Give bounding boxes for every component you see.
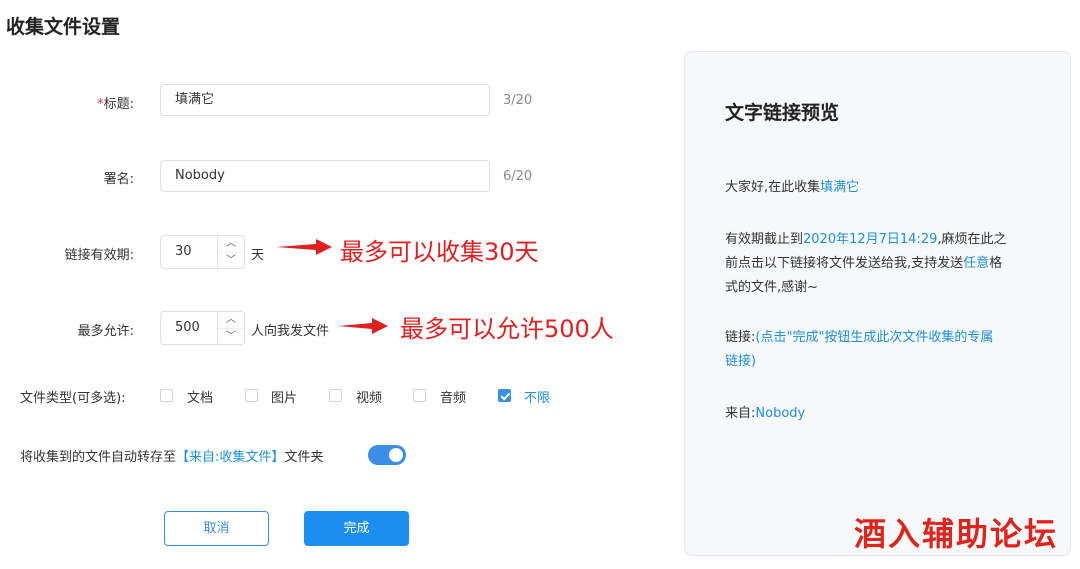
red-arrow-icon [338, 318, 388, 334]
max-allowed-value: 500 [175, 320, 200, 335]
done-button[interactable]: 完成 [304, 511, 409, 546]
deadline-line-2: 前点击以下链接将文件发送给我,支持发送任意格 [725, 252, 1035, 276]
auto-save-prefix: 将收集到的文件自动转存至 [20, 450, 177, 465]
checkbox-unlimited[interactable] [498, 389, 511, 402]
greeting-title: 填满它 [820, 180, 860, 195]
file-types-label: 文件类型(可多选): [20, 391, 126, 406]
auto-save-folder: 来自:收集文件 [189, 450, 272, 465]
signature-input[interactable]: Nobody [160, 160, 490, 192]
preview-link: 链接:(点击"完成"按钮生成此次文件收集的专属 链接) [725, 326, 1035, 374]
chevron-down-icon[interactable]: ﹀ [218, 253, 244, 269]
checkbox-images-label: 图片 [271, 391, 298, 406]
chevron-up-icon[interactable]: ︿ [218, 312, 244, 329]
validity-stepper[interactable]: 30 ︿ ﹀ [160, 235, 245, 269]
link-label: 链接: [725, 330, 756, 345]
bracket-open: 【 [176, 450, 190, 465]
deadline-date: 2020年12月7日14:29 [803, 232, 938, 247]
link-text-1[interactable]: (点击"完成"按钮生成此次文件收集的专属 [755, 330, 993, 345]
title-label-text: 标题: [103, 97, 134, 112]
title-input[interactable]: 填满它 [160, 84, 490, 116]
preview-greeting: 大家好,在此收集填满它 [725, 176, 1035, 200]
link-line-1: 链接:(点击"完成"按钮生成此次文件收集的专属 [725, 326, 1035, 350]
page-title: 收集文件设置 [6, 16, 121, 38]
max-allowed-label: 最多允许: [77, 324, 134, 339]
watermark: 酒入辅助论坛 [853, 515, 1058, 553]
checkbox-unlimited-label: 不限 [524, 391, 551, 406]
checkbox-images[interactable] [245, 389, 258, 402]
link-text-2[interactable]: 链接) [725, 350, 1035, 374]
checkbox-audio[interactable] [413, 389, 426, 402]
preview-from: 来自:Nobody [725, 402, 1035, 426]
title-counter: 3/20 [503, 93, 533, 108]
deadline-any: 任意 [963, 256, 990, 271]
deadline-line-3: 式的文件,感谢~ [725, 280, 819, 295]
greeting-prefix: 大家好,在此收集 [725, 180, 821, 195]
auto-save-text: 将收集到的文件自动转存至【来自:收集文件】文件夹 [20, 446, 323, 465]
preview-title: 文字链接预览 [725, 102, 840, 124]
auto-save-toggle[interactable] [368, 445, 406, 465]
deadline-line1-rest: ,麻烦在此之 [937, 232, 1007, 247]
chevron-up-icon[interactable]: ︿ [218, 236, 244, 253]
signature-label: 署名: [103, 172, 134, 187]
bracket-close: 】 [271, 450, 285, 465]
red-arrow-icon [276, 239, 332, 255]
preview-panel: 文字链接预览 大家好,在此收集填满它 有效期截止到2020年12月7日14:29… [684, 51, 1071, 556]
cancel-button[interactable]: 取消 [164, 511, 269, 546]
validity-annotation: 最多可以收集30天 [340, 238, 539, 266]
checkbox-documents-label: 文档 [187, 391, 214, 406]
validity-unit: 天 [251, 248, 265, 263]
deadline-line2-end: 格 [989, 256, 1003, 271]
title-label: *标题: [60, 93, 134, 112]
checkbox-documents[interactable] [160, 389, 173, 402]
validity-label: 链接有效期: [64, 248, 134, 263]
signature-counter: 6/20 [503, 169, 533, 184]
max-allowed-stepper-buttons: ︿ ﹀ [217, 312, 244, 344]
checkbox-videos-label: 视频 [356, 391, 383, 406]
validity-value: 30 [175, 244, 192, 259]
deadline-line2-text: 前点击以下链接将文件发送给我,支持发送 [725, 256, 964, 271]
from-name: Nobody [755, 406, 806, 421]
validity-stepper-buttons: ︿ ﹀ [217, 236, 244, 268]
deadline-line-1: 有效期截止到2020年12月7日14:29,麻烦在此之 [725, 228, 1035, 252]
checkbox-videos[interactable] [329, 389, 342, 402]
chevron-down-icon[interactable]: ﹀ [218, 329, 244, 345]
from-label: 来自: [725, 406, 756, 421]
checkbox-audio-label: 音频 [440, 391, 467, 406]
max-allowed-unit: 人向我发文件 [251, 324, 330, 339]
deadline-prefix: 有效期截止到 [725, 232, 804, 247]
max-allowed-annotation: 最多可以允许500人 [400, 315, 614, 343]
toggle-knob [389, 448, 403, 462]
preview-deadline: 有效期截止到2020年12月7日14:29,麻烦在此之 前点击以下链接将文件发送… [725, 228, 1035, 300]
max-allowed-stepper[interactable]: 500 ︿ ﹀ [160, 311, 245, 345]
auto-save-suffix: 文件夹 [284, 450, 324, 465]
